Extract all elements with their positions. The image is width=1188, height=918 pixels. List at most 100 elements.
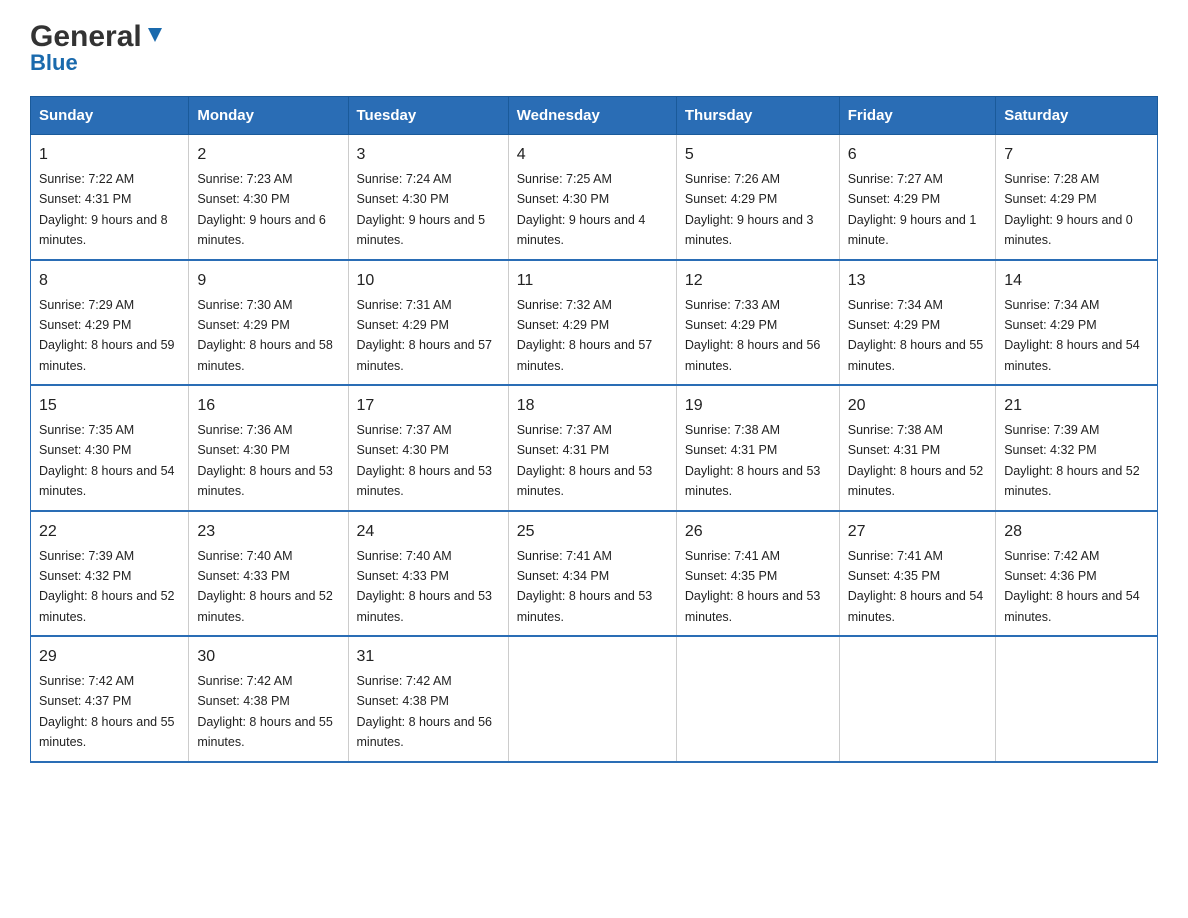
calendar-cell: 29 Sunrise: 7:42 AMSunset: 4:37 PMDayligh… [31, 636, 189, 762]
cell-info: Sunrise: 7:27 AMSunset: 4:29 PMDaylight:… [848, 172, 977, 247]
cell-info: Sunrise: 7:41 AMSunset: 4:34 PMDaylight:… [517, 549, 653, 624]
calendar-cell: 15 Sunrise: 7:35 AMSunset: 4:30 PMDayligh… [31, 385, 189, 511]
day-number: 27 [848, 520, 987, 544]
cell-info: Sunrise: 7:25 AMSunset: 4:30 PMDaylight:… [517, 172, 646, 247]
cell-info: Sunrise: 7:34 AMSunset: 4:29 PMDaylight:… [848, 298, 984, 373]
calendar-cell: 17 Sunrise: 7:37 AMSunset: 4:30 PMDayligh… [348, 385, 508, 511]
col-sunday: Sunday [31, 97, 189, 135]
calendar-cell: 22 Sunrise: 7:39 AMSunset: 4:32 PMDayligh… [31, 511, 189, 637]
calendar-header: SundayMondayTuesdayWednesdayThursdayFrid… [31, 97, 1158, 135]
cell-info: Sunrise: 7:39 AMSunset: 4:32 PMDaylight:… [39, 549, 175, 624]
page-header: General Blue [30, 20, 1158, 76]
day-number: 22 [39, 520, 180, 544]
day-number: 6 [848, 143, 987, 167]
day-number: 13 [848, 269, 987, 293]
header-row: SundayMondayTuesdayWednesdayThursdayFrid… [31, 97, 1158, 135]
week-row-3: 22 Sunrise: 7:39 AMSunset: 4:32 PMDayligh… [31, 511, 1158, 637]
calendar-cell: 3Sunrise: 7:24 AMSunset: 4:30 PMDaylight… [348, 135, 508, 260]
cell-info: Sunrise: 7:38 AMSunset: 4:31 PMDaylight:… [848, 423, 984, 498]
cell-info: Sunrise: 7:26 AMSunset: 4:29 PMDaylight:… [685, 172, 814, 247]
day-number: 17 [357, 394, 500, 418]
calendar-cell: 16 Sunrise: 7:36 AMSunset: 4:30 PMDayligh… [189, 385, 348, 511]
day-number: 5 [685, 143, 831, 167]
calendar-cell [996, 636, 1158, 762]
day-number: 31 [357, 645, 500, 669]
calendar-cell: 6 Sunrise: 7:27 AMSunset: 4:29 PMDaylight… [839, 135, 995, 260]
col-thursday: Thursday [676, 97, 839, 135]
calendar-cell: 14 Sunrise: 7:34 AMSunset: 4:29 PMDayligh… [996, 260, 1158, 386]
day-number: 11 [517, 269, 668, 293]
calendar-cell: 31 Sunrise: 7:42 AMSunset: 4:38 PMDayligh… [348, 636, 508, 762]
day-number: 24 [357, 520, 500, 544]
calendar-cell: 13 Sunrise: 7:34 AMSunset: 4:29 PMDayligh… [839, 260, 995, 386]
calendar-cell: 8 Sunrise: 7:29 AMSunset: 4:29 PMDaylight… [31, 260, 189, 386]
day-number: 29 [39, 645, 180, 669]
day-number: 8 [39, 269, 180, 293]
logo-blue: Blue [30, 50, 78, 76]
day-number: 19 [685, 394, 831, 418]
cell-info: Sunrise: 7:42 AMSunset: 4:38 PMDaylight:… [357, 674, 493, 749]
day-number: 3 [357, 143, 500, 167]
calendar-cell: 12 Sunrise: 7:33 AMSunset: 4:29 PMDayligh… [676, 260, 839, 386]
calendar-body: 1Sunrise: 7:22 AMSunset: 4:31 PMDaylight… [31, 135, 1158, 762]
cell-info: Sunrise: 7:34 AMSunset: 4:29 PMDaylight:… [1004, 298, 1140, 373]
day-number: 7 [1004, 143, 1149, 167]
logo-triangle-icon [144, 24, 166, 46]
cell-info: Sunrise: 7:28 AMSunset: 4:29 PMDaylight:… [1004, 172, 1133, 247]
day-number: 25 [517, 520, 668, 544]
day-number: 10 [357, 269, 500, 293]
calendar-cell: 24Sunrise: 7:40 AMSunset: 4:33 PMDayligh… [348, 511, 508, 637]
week-row-1: 8 Sunrise: 7:29 AMSunset: 4:29 PMDaylight… [31, 260, 1158, 386]
calendar-cell [839, 636, 995, 762]
calendar-cell: 5 Sunrise: 7:26 AMSunset: 4:29 PMDaylight… [676, 135, 839, 260]
day-number: 14 [1004, 269, 1149, 293]
day-number: 26 [685, 520, 831, 544]
day-number: 12 [685, 269, 831, 293]
day-number: 20 [848, 394, 987, 418]
col-tuesday: Tuesday [348, 97, 508, 135]
cell-info: Sunrise: 7:39 AMSunset: 4:32 PMDaylight:… [1004, 423, 1140, 498]
day-number: 2 [197, 143, 339, 167]
cell-info: Sunrise: 7:41 AMSunset: 4:35 PMDaylight:… [848, 549, 984, 624]
calendar-cell: 10 Sunrise: 7:31 AMSunset: 4:29 PMDayligh… [348, 260, 508, 386]
cell-info: Sunrise: 7:35 AMSunset: 4:30 PMDaylight:… [39, 423, 175, 498]
day-number: 4 [517, 143, 668, 167]
cell-info: Sunrise: 7:42 AMSunset: 4:38 PMDaylight:… [197, 674, 333, 749]
calendar-cell: 28 Sunrise: 7:42 AMSunset: 4:36 PMDayligh… [996, 511, 1158, 637]
calendar-cell: 7 Sunrise: 7:28 AMSunset: 4:29 PMDaylight… [996, 135, 1158, 260]
cell-info: Sunrise: 7:31 AMSunset: 4:29 PMDaylight:… [357, 298, 493, 373]
logo-general: General [30, 20, 142, 54]
col-monday: Monday [189, 97, 348, 135]
week-row-0: 1Sunrise: 7:22 AMSunset: 4:31 PMDaylight… [31, 135, 1158, 260]
week-row-2: 15 Sunrise: 7:35 AMSunset: 4:30 PMDayligh… [31, 385, 1158, 511]
col-friday: Friday [839, 97, 995, 135]
day-number: 9 [197, 269, 339, 293]
calendar-cell: 27 Sunrise: 7:41 AMSunset: 4:35 PMDayligh… [839, 511, 995, 637]
cell-info: Sunrise: 7:37 AMSunset: 4:30 PMDaylight:… [357, 423, 493, 498]
calendar-cell: 23Sunrise: 7:40 AMSunset: 4:33 PMDayligh… [189, 511, 348, 637]
calendar-cell: 9Sunrise: 7:30 AMSunset: 4:29 PMDaylight… [189, 260, 348, 386]
day-number: 18 [517, 394, 668, 418]
calendar-table: SundayMondayTuesdayWednesdayThursdayFrid… [30, 96, 1158, 763]
day-number: 28 [1004, 520, 1149, 544]
cell-info: Sunrise: 7:38 AMSunset: 4:31 PMDaylight:… [685, 423, 821, 498]
cell-info: Sunrise: 7:32 AMSunset: 4:29 PMDaylight:… [517, 298, 653, 373]
cell-info: Sunrise: 7:33 AMSunset: 4:29 PMDaylight:… [685, 298, 821, 373]
calendar-cell: 25 Sunrise: 7:41 AMSunset: 4:34 PMDayligh… [508, 511, 676, 637]
day-number: 15 [39, 394, 180, 418]
calendar-cell: 20 Sunrise: 7:38 AMSunset: 4:31 PMDayligh… [839, 385, 995, 511]
day-number: 1 [39, 143, 180, 167]
col-wednesday: Wednesday [508, 97, 676, 135]
cell-info: Sunrise: 7:29 AMSunset: 4:29 PMDaylight:… [39, 298, 175, 373]
cell-info: Sunrise: 7:23 AMSunset: 4:30 PMDaylight:… [197, 172, 326, 247]
calendar-cell: 4 Sunrise: 7:25 AMSunset: 4:30 PMDaylight… [508, 135, 676, 260]
cell-info: Sunrise: 7:42 AMSunset: 4:36 PMDaylight:… [1004, 549, 1140, 624]
cell-info: Sunrise: 7:42 AMSunset: 4:37 PMDaylight:… [39, 674, 175, 749]
cell-info: Sunrise: 7:36 AMSunset: 4:30 PMDaylight:… [197, 423, 333, 498]
day-number: 23 [197, 520, 339, 544]
calendar-cell: 26Sunrise: 7:41 AMSunset: 4:35 PMDayligh… [676, 511, 839, 637]
calendar-cell: 11 Sunrise: 7:32 AMSunset: 4:29 PMDayligh… [508, 260, 676, 386]
calendar-cell [676, 636, 839, 762]
day-number: 16 [197, 394, 339, 418]
logo: General Blue [30, 20, 166, 76]
